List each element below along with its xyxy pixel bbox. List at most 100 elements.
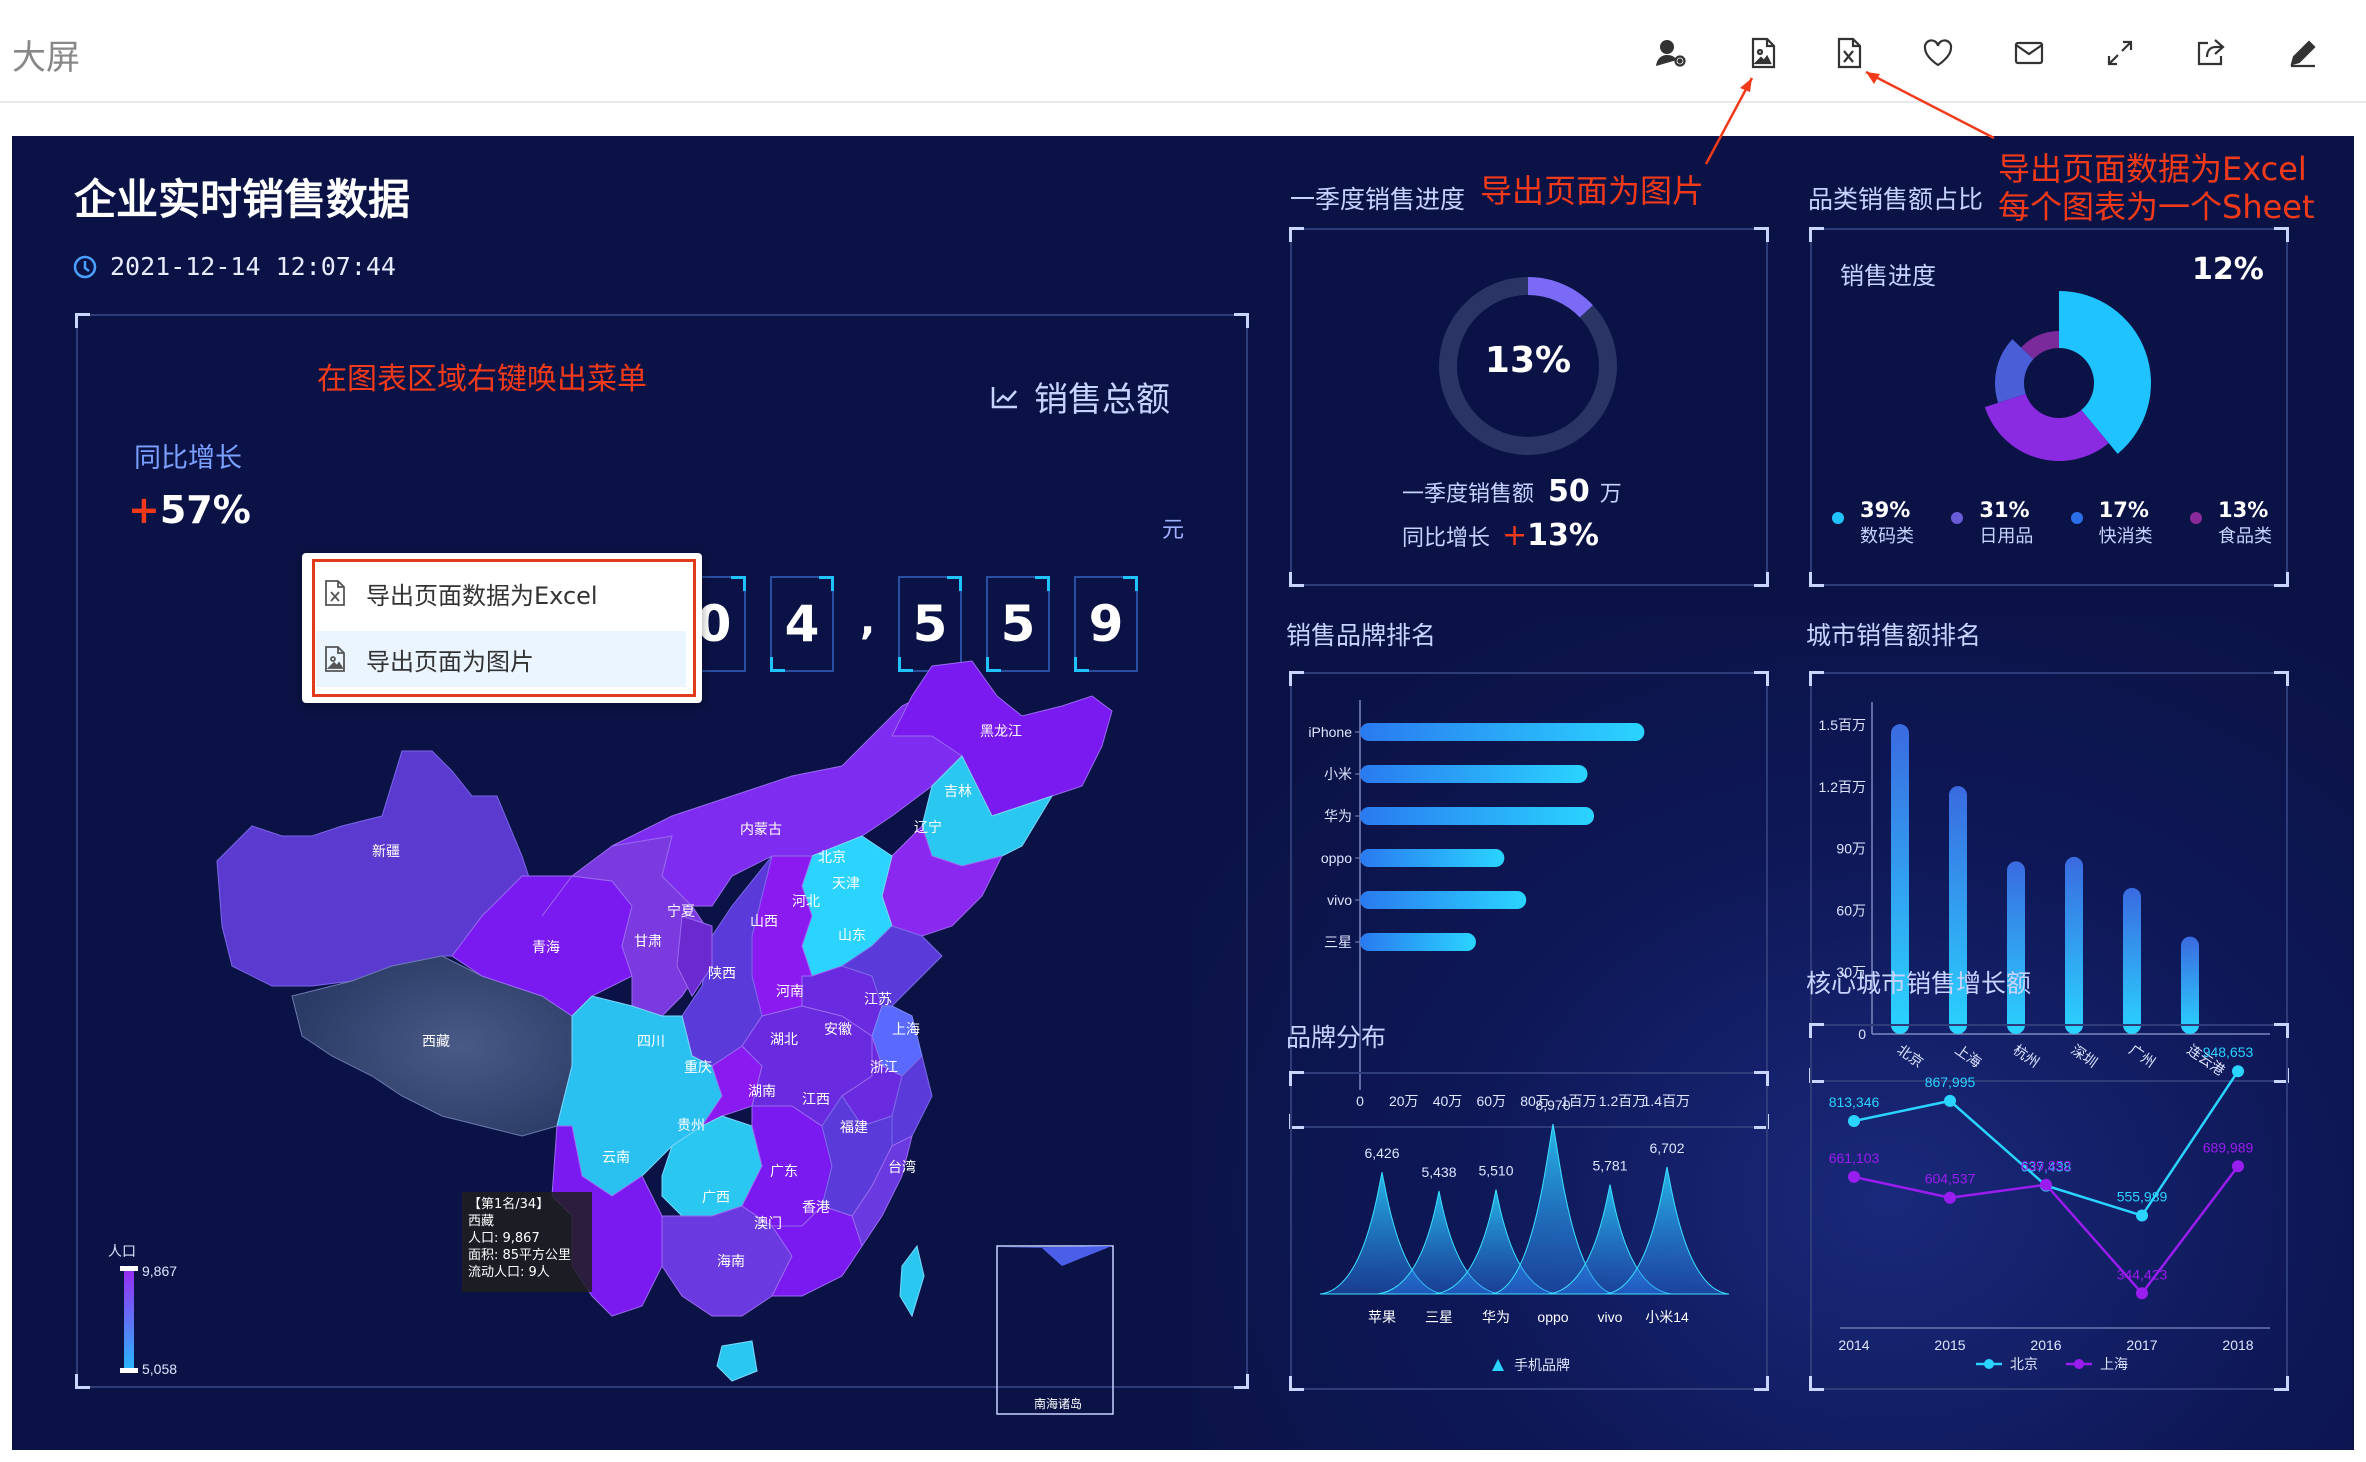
- legend-name: 数码类: [1860, 526, 1914, 547]
- brand-category-label: 华为: [1324, 808, 1352, 824]
- map-legend-handle-bottom[interactable]: [120, 1368, 138, 1373]
- province-label: 台湾: [888, 1159, 916, 1175]
- q1-sales-value: 50: [1548, 474, 1590, 509]
- province-label: 云南: [602, 1149, 630, 1165]
- category-legend-item: 13% 食品类: [2189, 498, 2272, 548]
- legend-label: 上海: [2100, 1356, 2128, 1372]
- tooltip-line: 面积: 85平方公里: [468, 1248, 572, 1263]
- user-settings-icon[interactable]: [1650, 32, 1692, 74]
- map-legend-handle-top[interactable]: [120, 1266, 138, 1271]
- brand-dist-categories: 苹果 三星 华为 oppo vivo 小米14: [1368, 1309, 1689, 1325]
- city-rank-title: 城市销售额排名: [1806, 621, 1982, 650]
- map-region-hainan[interactable]: [716, 1340, 758, 1382]
- context-menu-highlight: [312, 559, 696, 697]
- brand-dist-chart[interactable]: 6,426 5,438 5,510 8,970 5,781 6,702 苹果 三星 华为 opp…: [1290, 1072, 1768, 1390]
- city-bar: [2007, 861, 2025, 1034]
- growth-point-label: 948,653: [2203, 1044, 2254, 1060]
- city-y-tick: 60万: [1836, 902, 1866, 918]
- inset-coast: [997, 1246, 1112, 1266]
- brand-value-label: 5,438: [1421, 1164, 1456, 1180]
- city-y-tick: 1.2百万: [1819, 779, 1866, 795]
- export-excel-hint-line: 每个图表为一个Sheet: [1998, 188, 2315, 226]
- brand-dist-title: 品牌分布: [1286, 1023, 1387, 1052]
- province-label: 河南: [776, 983, 804, 999]
- brand-category-label: iPhone: [1308, 724, 1352, 740]
- china-map[interactable]: 新疆 西藏 青海 甘肃 宁夏 内蒙古 黑龙江 吉林 辽宁 北京 天津 河北 山西…: [12, 136, 1252, 1450]
- q1-yoy-value: 13%: [1527, 518, 1599, 553]
- city-growth-chart[interactable]: 813,346867,995637,438555,989948,653661,1…: [1810, 1024, 2288, 1390]
- legend-pct: 17%: [2098, 498, 2149, 522]
- map-legend-max: 9,867: [142, 1263, 177, 1279]
- city-bar: [2123, 887, 2141, 1034]
- brand-value-label: 8,970: [1535, 1097, 1570, 1113]
- q1-sales-label: 一季度销售额: [1402, 482, 1535, 507]
- legend-dot: [2189, 512, 2202, 524]
- city-y-tick: 90万: [1836, 841, 1866, 857]
- fullscreen-icon[interactable]: [2099, 32, 2141, 74]
- province-label: 湖南: [748, 1083, 776, 1099]
- category-progress: 12%: [2192, 252, 2264, 287]
- legend-label: 北京: [2010, 1356, 2038, 1372]
- map-tooltip: 【第1名/34】 西藏 人口: 9,867 面积: 85平方公里 流动人口: 9…: [462, 1192, 592, 1292]
- share-icon[interactable]: [2190, 32, 2232, 74]
- growth-x-tick: 2016: [2030, 1337, 2061, 1353]
- map-legend-min: 5,058: [142, 1361, 177, 1377]
- legend-marker: [1984, 1359, 1994, 1369]
- growth-line: [1853, 1070, 2240, 1218]
- category-legend-item: 31% 日用品: [1951, 498, 2033, 548]
- export-excel-icon[interactable]: [1828, 32, 1870, 74]
- south-sea-inset: [996, 1245, 1114, 1415]
- growth-point-label: 639,852: [2021, 1158, 2072, 1174]
- province-label: 重庆: [684, 1059, 712, 1075]
- edit-icon[interactable]: [2282, 32, 2324, 74]
- q1-percent: 13%: [1484, 340, 1572, 381]
- growth-x-tick: 2017: [2126, 1337, 2157, 1353]
- growth-lines: 813,346867,995637,438555,989948,653661,1…: [1829, 1044, 2254, 1300]
- category-legend-item: 17% 快消类: [2070, 498, 2153, 548]
- brand-categories: iPhone 小米华为 oppo vivo 三星: [1308, 724, 1352, 950]
- category-pie[interactable]: [1964, 288, 2154, 478]
- q1-yoy-label: 同比增长: [1402, 526, 1491, 551]
- growth-point-label: 604,537: [1925, 1171, 1976, 1187]
- growth-legend[interactable]: 北京 上海: [1976, 1356, 2128, 1372]
- q1-sales-row: 一季度销售额 50 万: [1402, 474, 1622, 509]
- province-label: 香港: [802, 1199, 830, 1215]
- export-image-icon[interactable]: [1742, 32, 1784, 74]
- city-rank-chart[interactable]: 030万60万90万1.2百万1.5百万 北京 上海 杭州 深圳 广州 连云港: [1810, 672, 2288, 1082]
- brand-dist-category: 小米14: [1645, 1309, 1689, 1325]
- legend-pct: 31%: [1979, 498, 2030, 522]
- city-growth-title: 核心城市销售增长额: [1806, 969, 2032, 998]
- map-legend-bar[interactable]: [124, 1268, 134, 1368]
- export-image-hint: 导出页面为图片: [1480, 172, 1705, 210]
- q1-yoy-row: 同比增长 + 13%: [1402, 518, 1599, 553]
- city-bar: [2065, 856, 2083, 1034]
- growth-x-tick: 2014: [1838, 1337, 1869, 1353]
- province-label: 陕西: [708, 965, 736, 981]
- brand-dist-legend[interactable]: 手机品牌: [1514, 1357, 1570, 1373]
- mail-icon[interactable]: [2008, 32, 2050, 74]
- brand-bar: [1360, 891, 1527, 909]
- legend-dot: [1951, 512, 1964, 524]
- growth-point: [1848, 1170, 1860, 1183]
- brand-bar: [1360, 849, 1505, 867]
- map-region-taiwan[interactable]: [899, 1244, 925, 1318]
- growth-point-label: 813,346: [1829, 1094, 1880, 1110]
- q1-sales-unit: 万: [1599, 482, 1622, 507]
- brand-rank-chart[interactable]: iPhone小米华为oppovivo三星 0 20万 40万 60万 80万 1百万 1.2…: [1290, 672, 1768, 1128]
- growth-point-label: 661,103: [1829, 1150, 1880, 1166]
- brand-category-label: 三星: [1324, 934, 1352, 950]
- growth-point: [2136, 1209, 2148, 1222]
- tooltip-line: 人口: 9,867: [468, 1231, 540, 1246]
- province-label: 广西: [702, 1189, 730, 1205]
- growth-x-tick: 2015: [1934, 1337, 1965, 1353]
- legend-name: 食品类: [2217, 526, 2272, 547]
- brand-rank-title: 销售品牌排名: [1286, 621, 1437, 650]
- heart-icon[interactable]: [1917, 32, 1959, 74]
- growth-x-tick: 2018: [2222, 1337, 2253, 1353]
- province-label: 北京: [818, 849, 846, 865]
- category-legend: 39% 数码类 31% 日用品 17% 快消类 13% 食品类: [1832, 498, 2272, 548]
- city-bar: [2181, 936, 2199, 1034]
- province-label: 海南: [717, 1253, 745, 1269]
- brand-category-label: vivo: [1327, 892, 1352, 908]
- growth-point: [2232, 1065, 2244, 1078]
